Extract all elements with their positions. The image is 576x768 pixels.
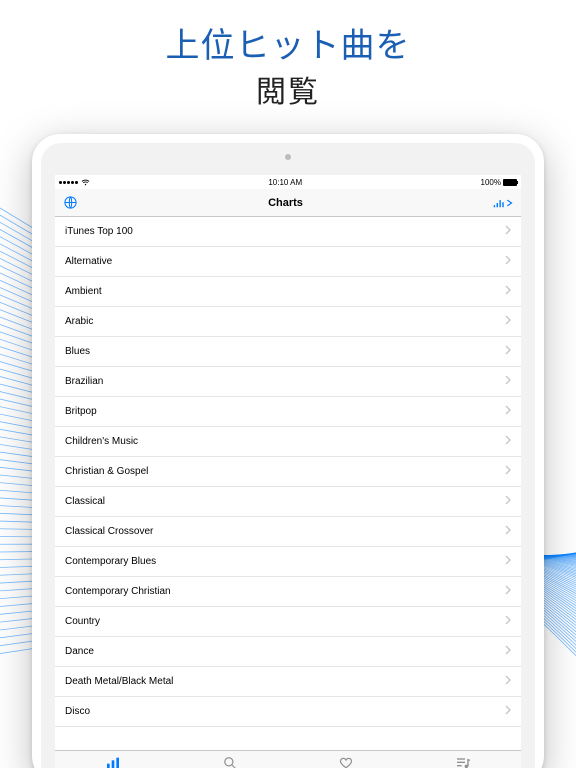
category-label: Brazilian	[65, 376, 103, 387]
category-label: Dance	[65, 646, 94, 657]
signal-dots-icon	[59, 181, 78, 184]
category-row-16[interactable]: Disco	[55, 697, 521, 727]
chevron-right-icon	[505, 705, 511, 718]
category-label: Christian & Gospel	[65, 466, 148, 477]
page-title: Charts	[268, 197, 303, 209]
headline-line2: 閲覧	[0, 67, 576, 111]
chevron-right-icon	[505, 615, 511, 628]
now-playing-icon[interactable]	[493, 197, 513, 209]
category-label: Contemporary Christian	[65, 586, 171, 597]
category-label: iTunes Top 100	[65, 226, 133, 237]
screen: 10:10 AM 100% Charts	[55, 175, 521, 768]
category-row-10[interactable]: Classical Crossover	[55, 517, 521, 547]
category-label: Alternative	[65, 256, 112, 267]
charts-icon	[105, 756, 121, 768]
category-row-5[interactable]: Brazilian	[55, 367, 521, 397]
category-label: Classical Crossover	[65, 526, 153, 537]
chevron-right-icon	[505, 645, 511, 658]
tablet-frame: 10:10 AM 100% Charts	[32, 134, 544, 768]
tab-search[interactable]: Search	[172, 751, 289, 768]
category-label: Contemporary Blues	[65, 556, 156, 567]
category-label: Ambient	[65, 286, 102, 297]
category-row-6[interactable]: Britpop	[55, 397, 521, 427]
category-row-1[interactable]: Alternative	[55, 247, 521, 277]
category-label: Britpop	[65, 406, 97, 417]
wifi-icon	[81, 179, 90, 186]
chevron-right-icon	[505, 435, 511, 448]
chevron-right-icon	[505, 405, 511, 418]
category-row-11[interactable]: Contemporary Blues	[55, 547, 521, 577]
globe-icon[interactable]	[63, 195, 78, 210]
category-row-12[interactable]: Contemporary Christian	[55, 577, 521, 607]
category-label: Arabic	[65, 316, 93, 327]
category-row-14[interactable]: Dance	[55, 637, 521, 667]
chevron-right-icon	[505, 525, 511, 538]
chevron-right-icon	[505, 375, 511, 388]
category-label: Blues	[65, 346, 90, 357]
chevron-right-icon	[505, 555, 511, 568]
category-row-8[interactable]: Christian & Gospel	[55, 457, 521, 487]
tab-favorites[interactable]: Favorites	[288, 751, 405, 768]
tab-playlists[interactable]: Playlists	[405, 751, 522, 768]
tab-bar: ChartsSearchFavoritesPlaylists	[55, 750, 521, 768]
chevron-right-icon	[505, 675, 511, 688]
chevron-right-icon	[505, 255, 511, 268]
category-row-0[interactable]: iTunes Top 100	[55, 217, 521, 247]
playlists-icon	[455, 756, 471, 768]
battery-icon: 100%	[481, 178, 517, 187]
category-row-4[interactable]: Blues	[55, 337, 521, 367]
chevron-right-icon	[505, 285, 511, 298]
tablet-camera	[285, 154, 291, 160]
chevron-right-icon	[505, 495, 511, 508]
search-icon	[222, 756, 238, 768]
status-time: 10:10 AM	[268, 178, 302, 187]
category-row-7[interactable]: Children's Music	[55, 427, 521, 457]
headline-line1: 上位ヒット曲を	[0, 18, 576, 67]
chevron-right-icon	[505, 585, 511, 598]
status-bar: 10:10 AM 100%	[55, 175, 521, 189]
category-label: Classical	[65, 496, 105, 507]
category-row-3[interactable]: Arabic	[55, 307, 521, 337]
chevron-right-icon	[505, 345, 511, 358]
category-label: Children's Music	[65, 436, 138, 447]
chevron-right-icon	[505, 225, 511, 238]
chevron-right-icon	[505, 315, 511, 328]
category-row-13[interactable]: Country	[55, 607, 521, 637]
category-label: Country	[65, 616, 100, 627]
category-list: iTunes Top 100 Alternative Ambient Arabic Bl…	[55, 217, 521, 750]
category-row-9[interactable]: Classical	[55, 487, 521, 517]
marketing-headline: 上位ヒット曲を 閲覧	[0, 18, 576, 111]
category-row-15[interactable]: Death Metal/Black Metal	[55, 667, 521, 697]
category-label: Death Metal/Black Metal	[65, 676, 173, 687]
category-row-2[interactable]: Ambient	[55, 277, 521, 307]
category-label: Disco	[65, 706, 90, 717]
chevron-right-icon	[505, 465, 511, 478]
battery-pct: 100%	[481, 178, 501, 187]
tab-charts[interactable]: Charts	[55, 751, 172, 768]
navigation-bar: Charts	[55, 189, 521, 217]
favorites-icon	[338, 756, 354, 768]
